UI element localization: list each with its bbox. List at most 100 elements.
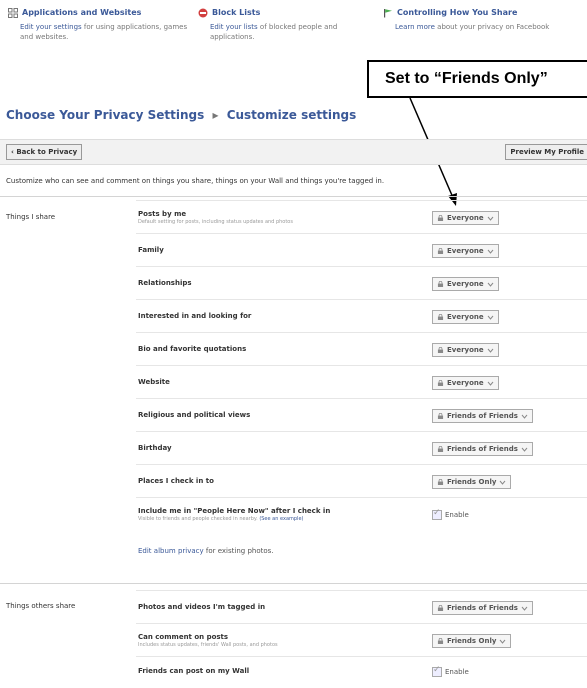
privacy-dropdown-value: Friends Only xyxy=(447,478,497,486)
setting-label: Bio and favorite quotations xyxy=(138,345,247,353)
setting-label: Include me in "People Here Now" after I … xyxy=(138,507,331,515)
breadcrumb-current: Customize settings xyxy=(226,108,357,122)
controlling-sharing-block: Controlling How You Share Learn more abo… xyxy=(383,8,587,32)
privacy-dropdown[interactable]: Friends of Friends xyxy=(432,442,533,456)
chevron-down-icon xyxy=(487,315,494,320)
apps-and-websites-block: Applications and Websites Edit your sett… xyxy=(8,8,198,42)
lock-icon xyxy=(437,413,444,419)
privacy-dropdown-value: Friends of Friends xyxy=(447,412,518,420)
setting-hint-text: Default setting for posts, including sta… xyxy=(138,219,293,225)
privacy-dropdown-value: Friends of Friends xyxy=(447,445,518,453)
see-example-link[interactable]: (See an example) xyxy=(259,516,303,522)
flag-icon xyxy=(384,9,392,18)
chevron-down-icon xyxy=(500,639,506,644)
checkbox-checked-icon[interactable] xyxy=(432,665,442,677)
privacy-dropdown[interactable]: Friends Only xyxy=(432,634,512,648)
setting-row: Religious and political views Friends of … xyxy=(136,398,587,432)
chevron-down-icon xyxy=(487,282,494,287)
setting-label: Birthday xyxy=(138,444,172,452)
privacy-dropdown-value: Friends Only xyxy=(447,637,497,645)
apps-and-websites-header[interactable]: Applications and Websites xyxy=(8,8,198,18)
section-label-things-others-share: Things others share xyxy=(6,602,76,610)
chevron-down-icon xyxy=(521,606,528,611)
chevron-down-icon xyxy=(521,414,528,419)
privacy-dropdown-value: Everyone xyxy=(447,379,484,387)
setting-row: Can comment on posts Includes status upda… xyxy=(136,623,587,657)
apps-and-websites-desc-wrap: Edit your settings for using application… xyxy=(8,22,198,42)
setting-label: Interested in and looking for xyxy=(138,312,252,320)
setting-row: Friends can post on my Wall Enable xyxy=(136,656,587,687)
setting-row: Posts by me Default setting for posts, in… xyxy=(136,200,587,234)
privacy-dropdown-value: Everyone xyxy=(447,247,484,255)
privacy-dropdown-value: Friends of Friends xyxy=(447,604,518,612)
privacy-dropdown[interactable]: Friends Only xyxy=(432,475,512,489)
setting-label: Relationships xyxy=(138,279,192,287)
setting-row: Relationships Everyone xyxy=(136,266,587,300)
chevron-down-icon xyxy=(487,216,494,221)
block-lists-header[interactable]: Block Lists xyxy=(198,8,373,18)
privacy-dropdown[interactable]: Everyone xyxy=(432,244,499,258)
lock-icon xyxy=(437,281,444,287)
preview-my-profile-button[interactable]: Preview My Profile xyxy=(505,144,587,160)
lock-icon xyxy=(437,446,444,452)
privacy-dropdown[interactable]: Everyone xyxy=(432,376,499,390)
breadcrumb-root[interactable]: Choose Your Privacy Settings xyxy=(6,108,204,122)
setting-label: Website xyxy=(138,378,170,386)
setting-label: Photos and videos I'm tagged in xyxy=(138,603,266,611)
setting-row: Bio and favorite quotations Everyone xyxy=(136,332,587,366)
annotation-callout: Set to “Friends Only” xyxy=(367,60,587,98)
lock-icon xyxy=(437,638,444,644)
back-to-privacy-button[interactable]: ‹ Back to Privacy xyxy=(6,144,83,160)
setting-row: Birthday Friends of Friends xyxy=(136,431,587,465)
enable-label: Enable xyxy=(445,668,469,676)
setting-label: Religious and political views xyxy=(138,411,251,419)
setting-row: Photos and videos I'm tagged in Friends o… xyxy=(136,590,587,624)
privacy-dropdown[interactable]: Everyone xyxy=(432,277,499,291)
lock-icon xyxy=(437,479,444,485)
block-lists-desc-wrap: Edit your lists of blocked people and ap… xyxy=(198,22,373,42)
privacy-dropdown-value: Everyone xyxy=(447,280,484,288)
lock-icon xyxy=(437,248,444,254)
setting-label: Friends can post on my Wall xyxy=(138,667,250,675)
section-divider-2 xyxy=(0,583,587,584)
privacy-dropdown[interactable]: Everyone xyxy=(432,211,499,225)
lock-icon xyxy=(437,347,444,353)
setting-hint: Includes status updates, friends' Wall p… xyxy=(138,642,278,648)
privacy-dropdown[interactable]: Friends of Friends xyxy=(432,409,533,423)
privacy-dropdown[interactable]: Everyone xyxy=(432,343,499,357)
edit-album-privacy-link[interactable]: Edit album privacy xyxy=(138,547,204,555)
privacy-dropdown[interactable]: Friends of Friends xyxy=(432,601,533,615)
setting-row: Website Everyone xyxy=(136,365,587,399)
checkbox-checked-icon[interactable] xyxy=(432,508,442,520)
enable-checkbox[interactable]: Enable xyxy=(432,665,469,677)
section-label-things-i-share: Things I share xyxy=(6,213,56,221)
apps-and-websites-title: Applications and Websites xyxy=(22,8,142,17)
block-lists-link[interactable]: Edit your lists xyxy=(210,23,258,31)
setting-row: Family Everyone xyxy=(136,233,587,267)
setting-label: Can comment on posts xyxy=(138,633,229,641)
section-divider-1 xyxy=(0,196,587,197)
enable-label: Enable xyxy=(445,511,469,519)
chevron-down-icon xyxy=(521,447,528,452)
setting-row: Places I check in to Friends Only xyxy=(136,464,587,498)
privacy-dropdown-value: Everyone xyxy=(447,313,484,321)
controlling-sharing-header[interactable]: Controlling How You Share xyxy=(383,8,587,18)
learn-more-link[interactable]: Learn more xyxy=(395,23,435,31)
privacy-dropdown[interactable]: Everyone xyxy=(432,310,499,324)
apps-icon xyxy=(8,8,18,18)
lock-icon xyxy=(437,605,444,611)
breadcrumb-separator: ▸ xyxy=(212,108,219,122)
setting-hint-text: Includes status updates, friends' Wall p… xyxy=(138,642,278,648)
controlling-sharing-desc-wrap: Learn more about your privacy on Faceboo… xyxy=(383,22,587,32)
lock-icon xyxy=(437,380,444,386)
block-lists-title: Block Lists xyxy=(212,8,261,17)
album-privacy-note: Edit album privacy for existing photos. xyxy=(138,547,274,555)
setting-label: Family xyxy=(138,246,164,254)
controlling-sharing-title: Controlling How You Share xyxy=(397,8,518,17)
chevron-down-icon xyxy=(487,381,494,386)
block-lists-block: Block Lists Edit your lists of blocked p… xyxy=(198,8,373,42)
enable-checkbox[interactable]: Enable xyxy=(432,508,469,520)
setting-label: Posts by me xyxy=(138,210,187,218)
apps-settings-link[interactable]: Edit your settings xyxy=(20,23,82,31)
block-icon xyxy=(198,8,208,18)
